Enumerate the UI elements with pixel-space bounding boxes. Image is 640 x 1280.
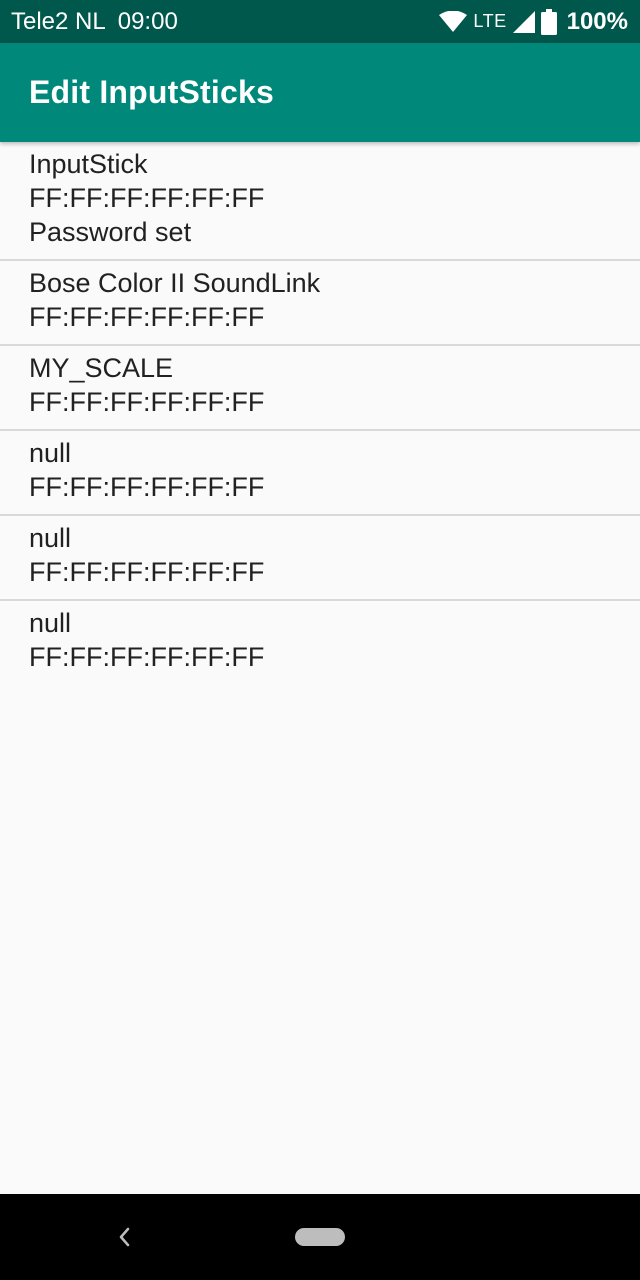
battery-percentage: 100% bbox=[566, 7, 628, 35]
device-list-item[interactable]: null FF:FF:FF:FF:FF:FF bbox=[0, 431, 640, 516]
carrier-label: Tele2 NL bbox=[11, 7, 106, 35]
battery-icon bbox=[540, 8, 557, 35]
navigation-bar bbox=[0, 1194, 640, 1280]
status-left: Tele2 NL 09:00 bbox=[11, 8, 178, 36]
status-bar: Tele2 NL 09:00 LTE 100% bbox=[0, 0, 640, 43]
page-title: Edit InputSticks bbox=[29, 74, 274, 110]
device-list-item[interactable]: Bose Color II SoundLink FF:FF:FF:FF:FF:F… bbox=[0, 261, 640, 346]
device-address: FF:FF:FF:FF:FF:FF bbox=[29, 183, 265, 213]
device-list-item[interactable]: MY_SCALE FF:FF:FF:FF:FF:FF bbox=[0, 346, 640, 431]
device-name: null bbox=[29, 438, 72, 468]
device-name: null bbox=[29, 523, 72, 553]
signal-icon bbox=[512, 10, 535, 33]
status-right: LTE 100% bbox=[439, 8, 628, 36]
network-type-label: LTE bbox=[473, 11, 507, 31]
device-list: InputStick FF:FF:FF:FF:FF:FF Password se… bbox=[0, 142, 640, 684]
device-name: null bbox=[29, 608, 72, 638]
device-status: Password set bbox=[29, 217, 192, 247]
wifi-icon bbox=[439, 10, 468, 33]
device-list-item[interactable]: null FF:FF:FF:FF:FF:FF bbox=[0, 601, 640, 684]
device-name: MY_SCALE bbox=[29, 353, 174, 383]
device-address: FF:FF:FF:FF:FF:FF bbox=[29, 642, 265, 672]
device-list-item[interactable]: null FF:FF:FF:FF:FF:FF bbox=[0, 516, 640, 601]
device-address: FF:FF:FF:FF:FF:FF bbox=[29, 472, 265, 502]
device-address: FF:FF:FF:FF:FF:FF bbox=[29, 557, 265, 587]
device-name: Bose Color II SoundLink bbox=[29, 268, 321, 298]
back-icon[interactable] bbox=[112, 1222, 136, 1252]
device-list-item[interactable]: InputStick FF:FF:FF:FF:FF:FF Password se… bbox=[0, 142, 640, 261]
device-name: InputStick bbox=[29, 149, 148, 179]
screen: Tele2 NL 09:00 LTE 100% Edit InputSticks… bbox=[0, 0, 640, 1280]
home-icon[interactable] bbox=[295, 1228, 345, 1246]
device-address: FF:FF:FF:FF:FF:FF bbox=[29, 387, 265, 417]
app-bar: Edit InputSticks bbox=[0, 43, 640, 142]
clock: 09:00 bbox=[117, 7, 178, 35]
device-address: FF:FF:FF:FF:FF:FF bbox=[29, 302, 265, 332]
